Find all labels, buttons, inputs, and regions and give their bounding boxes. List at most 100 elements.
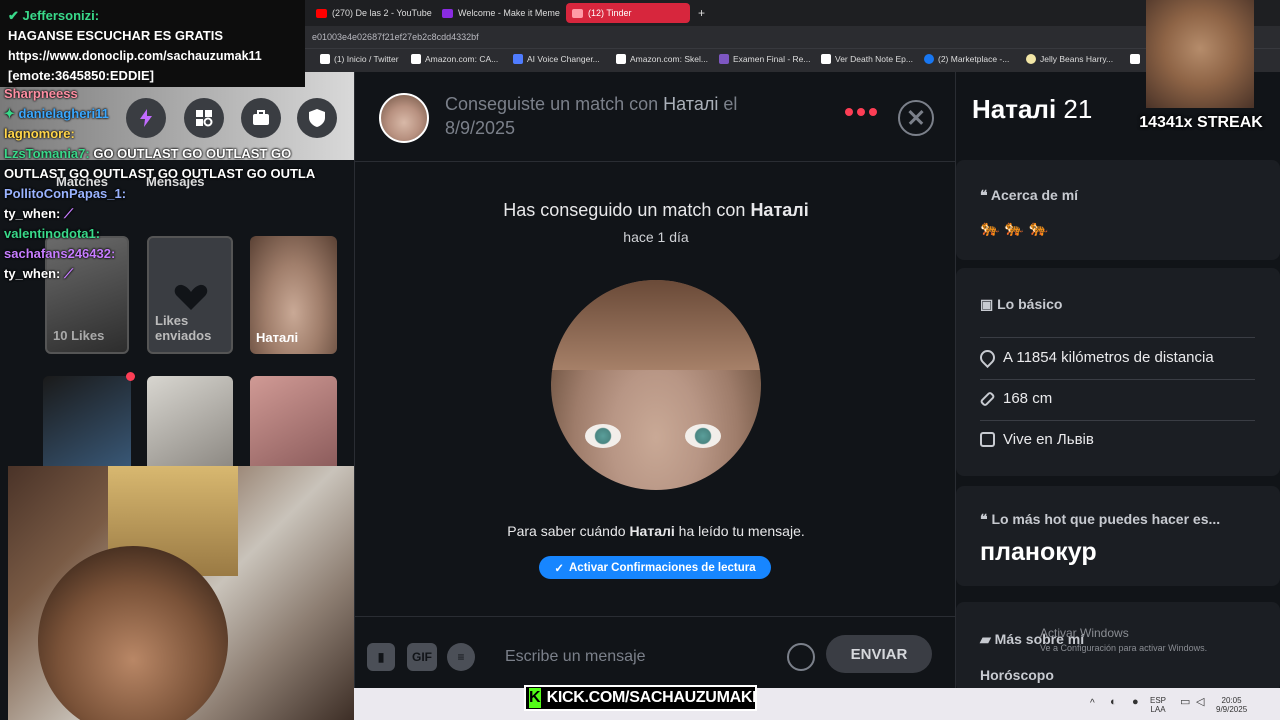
webcam-feed — [8, 466, 354, 720]
chevron-up-icon[interactable]: ^ — [1090, 699, 1095, 709]
send-button[interactable]: ENVIAR — [826, 635, 932, 673]
about-emojis: 🐅 🐅 🐅 — [980, 220, 1049, 237]
emoji-icon[interactable] — [787, 643, 815, 671]
message-input[interactable] — [505, 643, 785, 671]
jelly-bean-icon — [1026, 54, 1036, 64]
x-icon — [320, 54, 330, 64]
pinned-line: HAGANSE ESCUCHAR ES GRATIS — [8, 28, 224, 43]
display-icon[interactable]: ▭ — [1180, 697, 1190, 708]
heart-icon — [174, 284, 208, 310]
bookmark-death-note[interactable]: Ver Death Note Ep... — [821, 54, 913, 64]
new-match-dot — [126, 372, 135, 381]
tab-label: (270) De las 2 - YouTube — [332, 8, 432, 18]
spotify-icon[interactable]: ≡ — [447, 643, 475, 671]
hair — [551, 280, 761, 370]
match-card-3[interactable] — [147, 376, 233, 472]
tab-label: (12) Tinder — [588, 8, 632, 18]
microphone-icon[interactable]: ● — [1132, 697, 1139, 708]
bookmark-amazon-2[interactable]: Amazon.com: Skel... — [616, 54, 708, 64]
clock[interactable]: 20:05 9/9/2025 — [1216, 696, 1247, 714]
kick-banner: K KICK.COM/SACHAUZUMAKI — [524, 685, 757, 711]
new-tab-button[interactable]: + — [692, 3, 711, 23]
tab-youtube[interactable]: (270) De las 2 - YouTube — [310, 3, 438, 23]
chat-overlay: Sharpneess ✦ danielagheri11 lagnomore: L… — [4, 84, 324, 284]
chat-message: Sharpneess — [4, 86, 78, 101]
hot-section: ❝ Lo más hot que puedes hacer es... план… — [956, 486, 1280, 586]
page-icon — [1130, 54, 1140, 64]
page-icon — [821, 54, 831, 64]
likes-count: 10 Likes — [53, 328, 105, 344]
basics-title: ▣ Lo básico — [980, 296, 1063, 312]
bookmark-twitter[interactable]: (1) Inicio / Twitter — [320, 54, 399, 64]
amazon-icon — [616, 54, 626, 64]
language-indicator[interactable]: ESP LAA — [1150, 696, 1166, 714]
bookmark-ai-voice[interactable]: AI Voice Changer... — [513, 54, 600, 64]
chat-message: sachafans246432: — [4, 246, 116, 261]
bookmark-amazon-1[interactable]: Amazon.com: CA... — [411, 54, 498, 64]
bookmark-examen[interactable]: Examen Final - Re... — [719, 54, 810, 64]
match-name: Наталі — [256, 330, 299, 346]
meme-icon — [442, 8, 453, 18]
about-title: ❝ Acerca de mí — [980, 187, 1079, 203]
match-card-2[interactable] — [43, 376, 131, 472]
match-time: hace 1 día — [623, 229, 689, 245]
eye — [585, 424, 621, 448]
chat-message: OUTLAST GO OUTLAST GO OUTLAST GO OUTLA — [4, 166, 316, 181]
sticker-icon[interactable]: ▮ — [367, 643, 395, 671]
match-header-title: Conseguiste un match con Наталі el 8/9/2… — [445, 94, 738, 138]
tab-label: Welcome - Make it Meme — [458, 8, 560, 18]
read-receipts-button[interactable]: ✓ Activar Confirmaciones de lectura — [539, 556, 771, 579]
basics-section: ▣ Lo básico A 11854 kilómetros de distan… — [956, 268, 1280, 476]
windows-activation-watermark: Activar Windows Ve a Configuración para … — [1040, 626, 1208, 653]
streak-counter: 14341x STREAK — [1139, 114, 1263, 131]
chat-message: ty_when: ⟋ — [4, 206, 74, 221]
tab-tinder[interactable]: (12) Tinder — [566, 3, 690, 23]
pinned-emote: [emote:3645850:EDDIE] — [8, 68, 154, 83]
document-icon — [719, 54, 729, 64]
divider — [980, 337, 1255, 338]
lives-row: Vive en Львів — [980, 431, 1094, 448]
amazon-icon — [411, 54, 421, 64]
match-photo[interactable] — [551, 280, 761, 490]
profile-panel: Наталі 21 ❝ Acerca de mí 🐅 🐅 🐅 ▣ Lo bási… — [956, 72, 1280, 692]
match-card-4[interactable] — [250, 376, 337, 472]
network-icon[interactable]: ◐ — [1110, 697, 1117, 708]
pinned-link[interactable]: https://www.donoclip.com/sachauzumak11 — [8, 46, 297, 66]
read-receipt-info: Para saber cuándo Наталі ha leído tu men… — [507, 523, 805, 539]
bookmark-page[interactable] — [1130, 54, 1140, 64]
divider — [980, 379, 1255, 380]
chat-message: ty_when: ⟋ — [4, 266, 74, 281]
url-text: e01003e4e02687f21ef27eb2c8cdd4332bf — [312, 32, 479, 42]
ruler-icon — [979, 390, 996, 407]
match-pane: Conseguiste un match con Наталі el 8/9/2… — [354, 72, 957, 688]
hot-title: ❝ Lo más hot que puedes hacer es... — [980, 511, 1221, 527]
chat-message: valentinodota1: — [4, 226, 101, 241]
windows-taskbar: ^ ◐ ● ESP LAA ▭ ◁ 20:05 9/9/2025 — [354, 688, 1280, 720]
profile-name: Наталі 21 — [972, 94, 1093, 124]
bookmark-marketplace[interactable]: (2) Marketplace -... — [924, 54, 1009, 64]
tab-make-it-meme[interactable]: Welcome - Make it Meme — [436, 3, 566, 23]
pinned-message: ✔ Jeffersonizi: HAGANSE ESCUCHAR ES GRAT… — [0, 0, 305, 87]
likes-sent-label: Likes enviados — [155, 312, 212, 344]
speaker-icon[interactable]: ◁ — [1196, 697, 1204, 708]
kick-url: KICK.COM/SACHAUZUMAKI — [546, 689, 757, 706]
more-options-button[interactable] — [845, 108, 877, 116]
chat-message: PollitoConPapas_1: — [4, 186, 127, 201]
message-composer: ▮ GIF ≡ ENVIAR — [355, 616, 957, 688]
home-icon — [980, 432, 995, 447]
match-avatar[interactable] — [379, 93, 429, 143]
horoscope-label: Horóscopo — [980, 667, 1054, 683]
eye — [685, 424, 721, 448]
close-icon[interactable] — [898, 100, 934, 136]
gif-button[interactable]: GIF — [407, 643, 437, 671]
bookmark-jelly-beans[interactable]: Jelly Beans Harry... — [1026, 54, 1113, 64]
height-row: 168 cm — [979, 390, 1052, 407]
voice-icon — [513, 54, 523, 64]
pinned-user: ✔ Jeffersonizi: — [8, 8, 100, 23]
streak-emote — [1146, 0, 1254, 108]
location-icon — [976, 346, 999, 369]
chat-message: lagnomore: — [4, 126, 75, 141]
about-section: ❝ Acerca de mí 🐅 🐅 🐅 — [956, 160, 1280, 260]
hot-value: планокур — [980, 538, 1097, 566]
match-header: Conseguiste un match con Наталі el 8/9/2… — [355, 72, 957, 162]
